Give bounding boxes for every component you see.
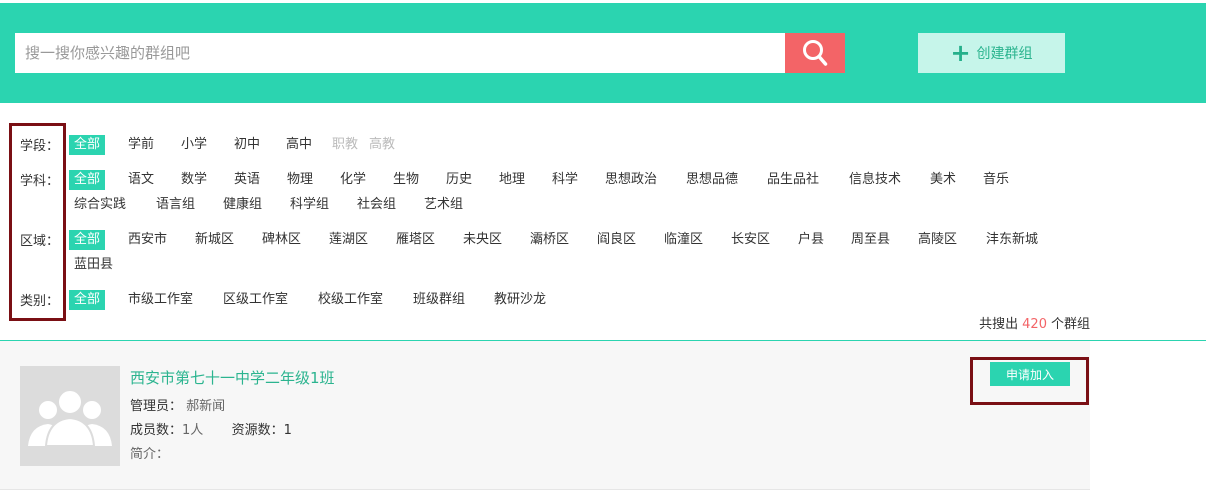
subject-option[interactable]: 历史	[446, 170, 472, 190]
region-option[interactable]: 户县	[798, 230, 824, 250]
region-option[interactable]: 阎良区	[597, 230, 636, 250]
stage-option-disabled: 职教	[332, 137, 359, 152]
group-intro-label: 简介：	[130, 447, 170, 462]
search-input[interactable]	[15, 33, 785, 73]
region-option[interactable]: 临潼区	[664, 230, 703, 250]
region-option[interactable]: 周至县	[851, 230, 890, 250]
region-option[interactable]: 沣东新城	[986, 230, 1038, 250]
region-option[interactable]: 新城区	[195, 230, 234, 250]
subject-option[interactable]: 思想政治	[605, 170, 657, 190]
group-resources-label: 资源数：	[231, 423, 284, 438]
filter-label-subject: 学科：	[20, 174, 60, 189]
stage-option[interactable]: 学前	[128, 135, 154, 155]
group-avatar[interactable]	[20, 366, 120, 466]
group-admin-label: 管理员：	[130, 399, 183, 414]
subject-option[interactable]: 社会组	[357, 195, 396, 215]
filter-label-type: 类别：	[20, 294, 60, 309]
group-members-label: 成员数：	[130, 423, 183, 438]
subject-option[interactable]: 科学	[552, 170, 578, 190]
subject-option[interactable]: 英语	[234, 170, 260, 190]
create-group-label: 创建群组	[976, 46, 1033, 62]
result-count-prefix: 共搜出	[979, 317, 1019, 332]
group-name-link[interactable]: 西安市第七十一中学二年级1班	[130, 367, 335, 388]
stage-option[interactable]: 高中	[286, 135, 312, 155]
card-bottom-border	[0, 489, 1090, 490]
type-option[interactable]: 市级工作室	[128, 290, 193, 310]
subject-option[interactable]: 生物	[393, 170, 419, 190]
create-group-button[interactable]: + 创建群组	[918, 33, 1065, 73]
search-button[interactable]	[785, 33, 845, 73]
group-intro-line: 简介：	[130, 443, 169, 462]
region-option[interactable]: 雁塔区	[396, 230, 435, 250]
subject-option[interactable]: 信息技术	[849, 170, 901, 190]
subject-option[interactable]: 物理	[287, 170, 313, 190]
join-group-button[interactable]: 申请加入	[990, 362, 1070, 386]
group-members-value: 1人	[182, 423, 204, 438]
plus-icon: +	[950, 39, 971, 67]
filter-label-stage: 学段：	[20, 139, 60, 154]
result-count-suffix: 个群组	[1050, 317, 1090, 332]
region-option[interactable]: 碑林区	[262, 230, 301, 250]
group-resources-value: 1	[283, 423, 292, 438]
subject-option[interactable]: 思想品德	[686, 170, 738, 190]
type-option[interactable]: 校级工作室	[318, 290, 383, 310]
type-option[interactable]: 区级工作室	[223, 290, 288, 310]
region-option[interactable]: 蓝田县	[74, 255, 113, 275]
stage-option[interactable]: 小学	[181, 135, 207, 155]
subject-option[interactable]: 数学	[181, 170, 207, 190]
region-option-all[interactable]: 全部	[69, 230, 106, 250]
group-admin-value: 郝新闻	[186, 399, 226, 414]
group-avatar-icon	[28, 389, 112, 447]
group-card: 西安市第七十一中学二年级1班 管理员： 郝新闻 成员数：1人 资源数：1 简介：…	[0, 341, 1090, 489]
subject-option[interactable]: 综合实践	[74, 195, 126, 215]
subject-option[interactable]: 音乐	[983, 170, 1009, 190]
subject-option[interactable]: 语文	[128, 170, 154, 190]
subject-option[interactable]: 艺术组	[424, 195, 463, 215]
subject-option[interactable]: 品生品社	[767, 170, 819, 190]
stage-option-disabled: 高教	[369, 137, 396, 152]
type-option[interactable]: 教研沙龙	[494, 290, 546, 310]
subject-option[interactable]: 化学	[340, 170, 366, 190]
region-option[interactable]: 西安市	[128, 230, 167, 250]
group-admin-line: 管理员： 郝新闻	[130, 395, 225, 414]
stage-option-all[interactable]: 全部	[69, 135, 106, 155]
subject-option[interactable]: 健康组	[223, 195, 262, 215]
type-option[interactable]: 班级群组	[413, 290, 465, 310]
region-option[interactable]: 高陵区	[918, 230, 957, 250]
region-option[interactable]: 未央区	[463, 230, 502, 250]
type-option-all[interactable]: 全部	[69, 290, 106, 310]
subject-option[interactable]: 语言组	[156, 195, 195, 215]
search-icon	[803, 40, 828, 66]
subject-option[interactable]: 美术	[930, 170, 956, 190]
subject-option[interactable]: 科学组	[290, 195, 329, 215]
group-stats-line: 成员数：1人 资源数：1	[130, 419, 292, 438]
result-count-number: 420	[1022, 317, 1047, 332]
subject-option-all[interactable]: 全部	[69, 170, 106, 190]
filter-label-region: 区域：	[20, 234, 60, 249]
subject-option[interactable]: 地理	[499, 170, 525, 190]
region-option[interactable]: 长安区	[731, 230, 770, 250]
top-bar: + 创建群组	[0, 3, 1206, 103]
region-option[interactable]: 灞桥区	[530, 230, 569, 250]
region-option[interactable]: 莲湖区	[329, 230, 368, 250]
result-count: 共搜出 420 个群组	[979, 313, 1090, 332]
stage-option[interactable]: 初中	[234, 135, 260, 155]
